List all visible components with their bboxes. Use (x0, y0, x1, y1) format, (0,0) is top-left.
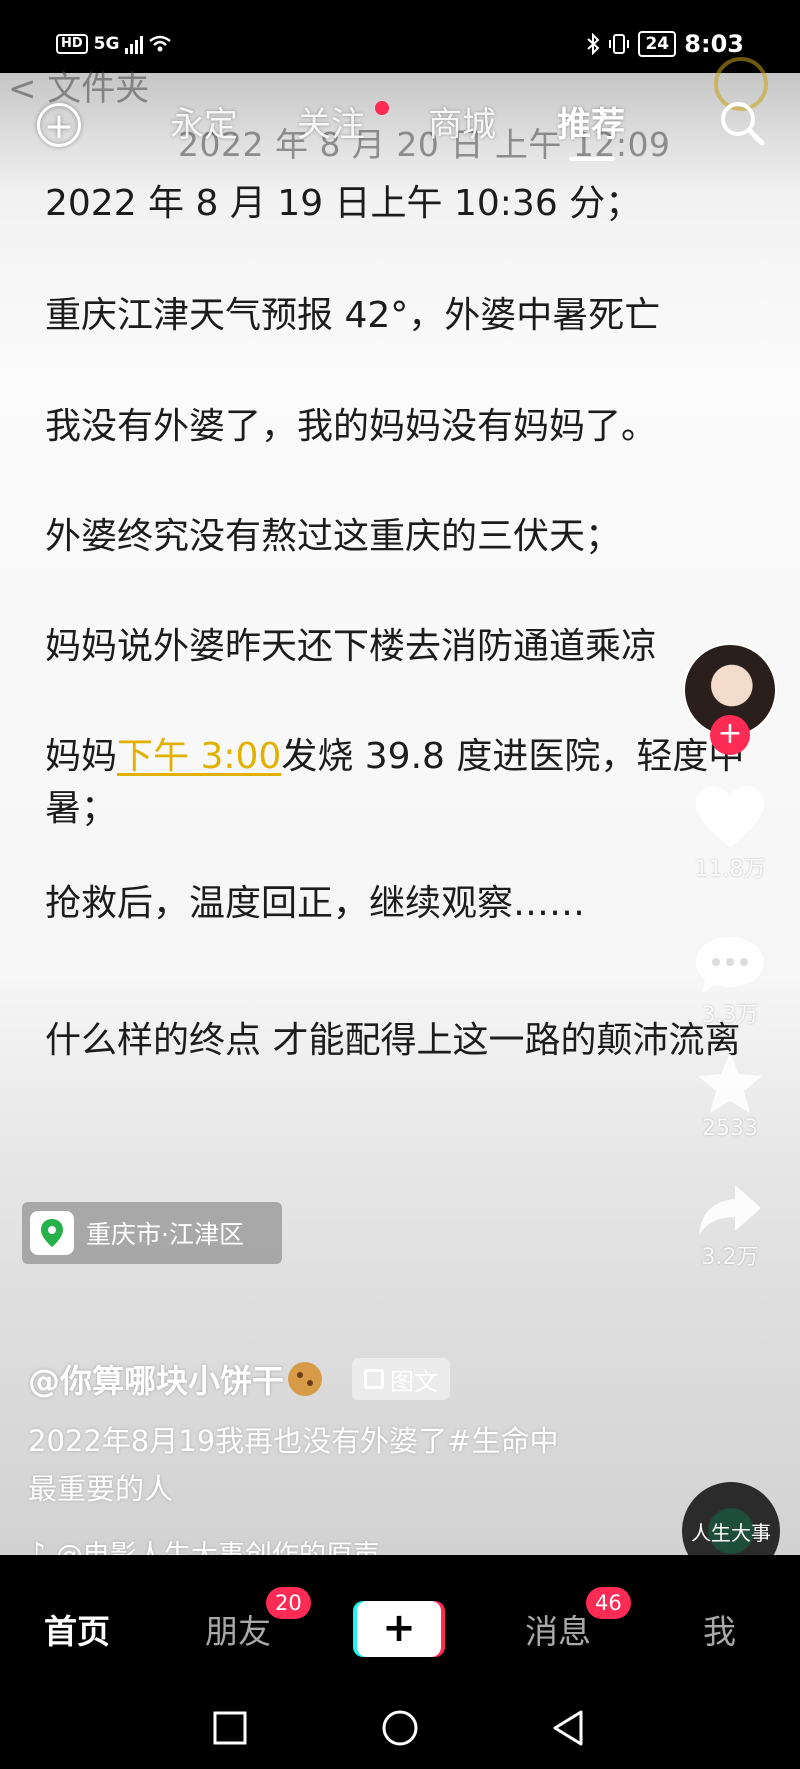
comment-count: 3.3万 (701, 1003, 759, 1028)
douyin-screen: HD 5G 24 8:03 < 文件夹 2022 年 8 月 20 日 上午 1… (0, 0, 800, 1769)
share-icon (699, 1185, 761, 1235)
post-line: 妈妈说外婆昨天还下楼去消防通道乘凉 (45, 626, 658, 667)
battery-icon: 24 (638, 31, 677, 57)
clock: 8:03 (684, 30, 744, 58)
signal-icon (125, 34, 144, 54)
home-icon[interactable] (380, 1708, 420, 1748)
search-icon[interactable] (716, 97, 768, 149)
follow-button[interactable]: + (710, 715, 750, 755)
create-plus-icon: + (357, 1601, 441, 1657)
recents-icon[interactable] (210, 1708, 250, 1748)
location-label: 重庆市·江津区 (86, 1220, 244, 1249)
bottom-tab-bar: 首页 朋友 20 + 消息 46 我 (0, 1555, 800, 1690)
hd-indicator: HD (56, 34, 88, 54)
cookie-emoji-icon (288, 1362, 323, 1396)
favorite-button[interactable]: 2533 (680, 1050, 780, 1141)
tab-friends[interactable]: 朋友 (205, 1605, 271, 1653)
friends-badge: 20 (266, 1587, 311, 1619)
favorite-count: 2533 (702, 1116, 758, 1141)
comment-button[interactable]: 3.3万 (680, 933, 780, 1029)
heart-icon (696, 786, 764, 847)
top-nav: + 永定 关注 商城 推荐 (0, 73, 800, 173)
location-chip[interactable]: 重庆市·江津区 (22, 1202, 282, 1264)
bluetooth-icon (587, 33, 600, 55)
caption[interactable]: 2022年8月19我再也没有外婆了#生命中最重要的人 (28, 1417, 568, 1513)
tab-me[interactable]: 我 (703, 1605, 736, 1653)
tab-messages[interactable]: 消息 (525, 1605, 591, 1653)
vibrate-icon (609, 34, 630, 54)
messages-badge: 46 (586, 1587, 631, 1619)
post-line: 2022 年 8 月 19 日上午 10:36 分； (45, 183, 642, 224)
author-name[interactable]: @你算哪块小饼干 (28, 1356, 284, 1402)
type-badge-label: 图文 (390, 1367, 439, 1396)
time-link[interactable]: 下午 3:00 (117, 736, 281, 777)
location-pin-icon (30, 1211, 74, 1255)
post-line: 妈妈下午 3:00发烧 39.8 度进医院，轻度中暑； (45, 731, 755, 835)
tab-following[interactable]: 关注 (297, 97, 365, 146)
tab-yongding[interactable]: 永定 (170, 97, 238, 146)
comment-icon (696, 937, 764, 993)
music-disc-label: 人生大事 (691, 1520, 771, 1545)
image-text-badge: 图文 (352, 1358, 451, 1400)
post-card[interactable]: < 文件夹 2022 年 8 月 20 日 上午 12:09 + 永定 关注 商… (0, 57, 800, 1606)
image-text-icon (364, 1369, 385, 1389)
back-icon[interactable] (549, 1708, 589, 1748)
author-line: @你算哪块小饼干 图文 (28, 1356, 451, 1402)
post-line-prefix: 妈妈 (45, 736, 118, 777)
star-icon (698, 1053, 762, 1113)
like-count: 11.8万 (694, 857, 766, 882)
share-count: 3.2万 (701, 1245, 759, 1270)
tab-mall[interactable]: 商城 (428, 97, 496, 146)
tab-recommended[interactable]: 推荐 (557, 97, 625, 146)
add-icon[interactable]: + (37, 103, 81, 147)
share-button[interactable]: 3.2万 (680, 1181, 780, 1271)
active-tab-indicator (569, 157, 615, 161)
system-nav-bar (0, 1690, 800, 1769)
post-line: 外婆终究没有熬过这重庆的三伏天； (45, 516, 622, 557)
network-type: 5G (93, 34, 120, 54)
post-line: 我没有外婆了，我的妈妈没有妈妈了。 (45, 406, 658, 447)
tab-home[interactable]: 首页 (44, 1605, 110, 1653)
create-button[interactable]: + (353, 1601, 445, 1657)
like-button[interactable]: 11.8万 (680, 783, 780, 883)
wifi-icon (149, 35, 172, 52)
post-line: 抢救后，温度回正，继续观察…… (45, 883, 586, 924)
post-line: 重庆江津天气预报 42°，外婆中暑死亡 (45, 295, 661, 336)
following-notification-dot (375, 101, 389, 115)
post-line: 什么样的终点 才能配得上这一路的颠沛流离 (45, 1020, 741, 1061)
